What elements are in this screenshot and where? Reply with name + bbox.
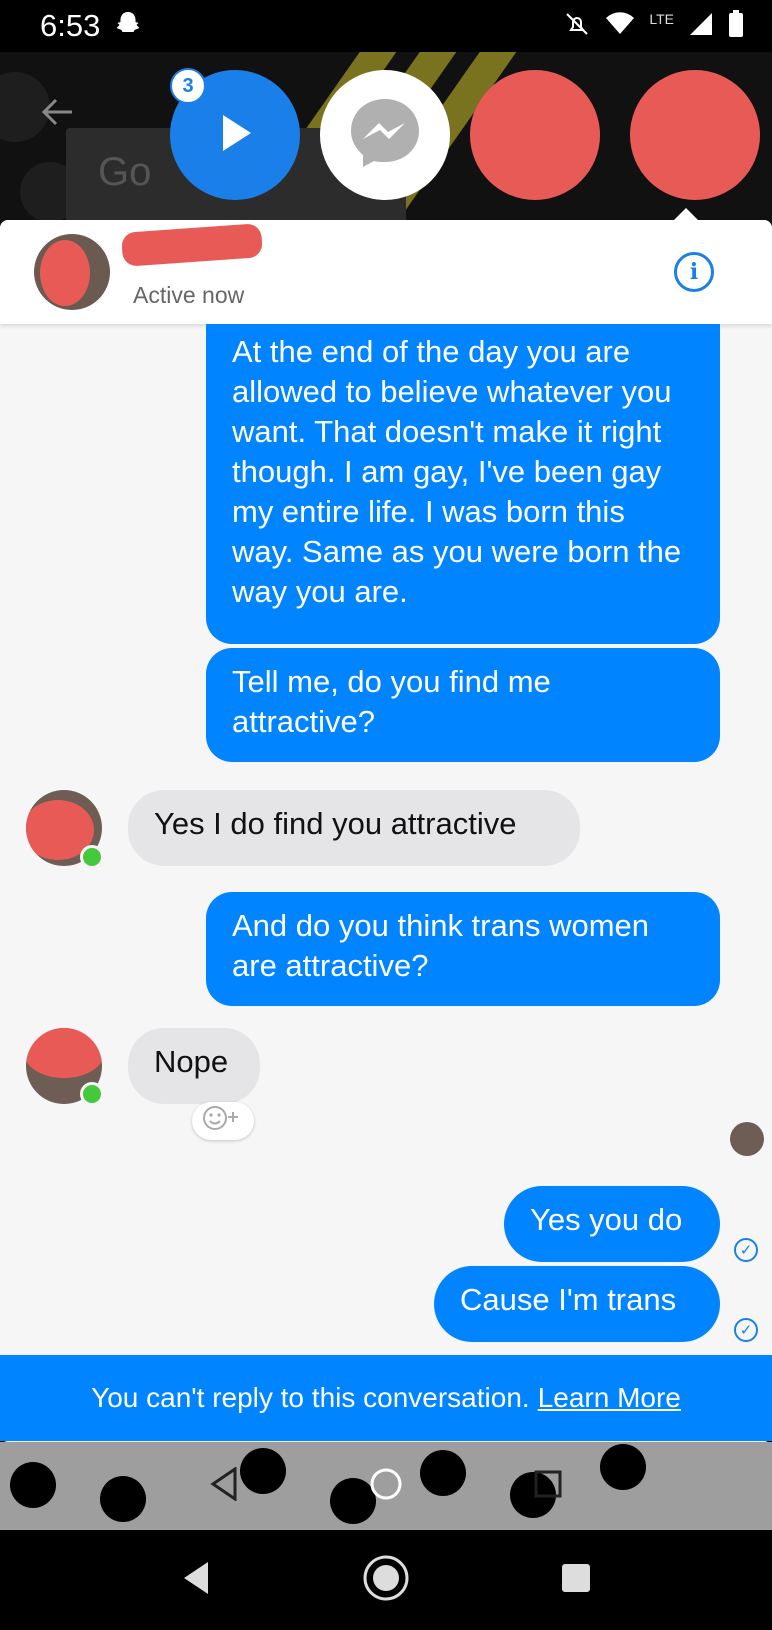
ghost-nav-bar xyxy=(0,1442,772,1530)
snapchat-icon xyxy=(114,10,142,45)
ghost-back-icon xyxy=(209,1465,239,1506)
wifi-icon xyxy=(605,12,635,41)
recents-icon[interactable] xyxy=(560,1562,592,1599)
navigation-bar xyxy=(0,1530,772,1630)
cant-reply-text: You can't reply to this conversation. xyxy=(91,1382,530,1413)
network-type: LTE xyxy=(649,10,674,27)
online-indicator xyxy=(80,845,104,869)
seen-avatar xyxy=(730,1122,764,1156)
smiley-plus-icon xyxy=(201,1104,245,1138)
add-reaction-button[interactable] xyxy=(192,1102,254,1140)
avatar[interactable] xyxy=(34,234,110,310)
chat-head-messenger[interactable] xyxy=(320,70,450,200)
ghost-recents-icon xyxy=(533,1469,563,1504)
active-status: Active now xyxy=(133,282,245,308)
play-icon xyxy=(215,111,255,160)
message-outgoing[interactable]: At the end of the day you are allowed to… xyxy=(206,324,720,644)
info-icon[interactable]: i xyxy=(674,252,714,292)
message-outgoing[interactable]: Yes you do xyxy=(504,1186,720,1262)
message-incoming[interactable]: Nope xyxy=(128,1028,260,1104)
message-outgoing[interactable]: And do you think trans women are attract… xyxy=(206,892,720,1006)
online-indicator xyxy=(80,1082,104,1106)
cant-reply-banner: You can't reply to this conversation. Le… xyxy=(0,1355,772,1441)
unread-badge: 3 xyxy=(170,68,206,104)
status-bar: 6:53 LTE xyxy=(0,0,772,52)
learn-more-link[interactable]: Learn More xyxy=(538,1382,681,1414)
google-text: Go xyxy=(98,150,152,194)
contact-name-redacted xyxy=(120,223,264,267)
status-time: 6:53 xyxy=(40,8,101,43)
back-arrow-icon[interactable] xyxy=(38,92,78,143)
chat-head-contact-2[interactable] xyxy=(630,70,760,200)
messenger-icon xyxy=(345,93,425,178)
back-icon[interactable] xyxy=(180,1560,212,1601)
message-incoming[interactable]: Yes I do find you attractive xyxy=(128,790,580,866)
message-outgoing[interactable]: Cause I'm trans xyxy=(434,1266,720,1342)
delivered-check-icon: ✓ xyxy=(734,1318,758,1342)
home-icon[interactable] xyxy=(362,1554,410,1607)
chat-panel: Active now i At the end of the day you a… xyxy=(0,220,772,1442)
conversation-header: Active now i xyxy=(0,220,772,324)
delivered-check-icon: ✓ xyxy=(734,1238,758,1262)
message-outgoing[interactable]: Tell me, do you find me attractive? xyxy=(206,648,720,762)
signal-icon xyxy=(688,11,714,42)
ghost-home-icon xyxy=(369,1467,403,1506)
chat-head-contact-1[interactable] xyxy=(470,70,600,200)
battery-icon xyxy=(728,10,744,43)
bell-off-icon xyxy=(563,10,591,43)
status-icons: LTE xyxy=(563,10,744,43)
